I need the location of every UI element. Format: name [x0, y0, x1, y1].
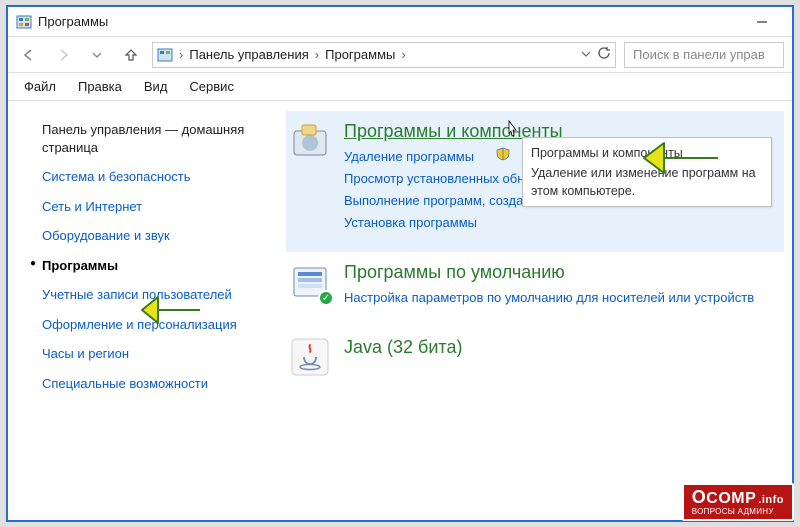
annotation-arrow-icon: [140, 293, 202, 327]
sidebar-item-label: Часы и регион: [42, 345, 129, 363]
window-title: Программы: [38, 14, 740, 29]
chevron-right-icon[interactable]: ›: [177, 47, 185, 62]
sidebar-item-clock[interactable]: Часы и регион: [26, 339, 270, 369]
address-icon: [157, 47, 173, 63]
recent-dropdown[interactable]: [84, 42, 110, 68]
watermark-o: O: [692, 488, 707, 507]
java-link[interactable]: Java (32 бита): [344, 337, 776, 358]
watermark-info: .info: [758, 495, 784, 507]
uninstall-program-link[interactable]: Удаление программы: [344, 146, 474, 168]
section-default-programs: ✓ Программы по умолчанию Настройка парам…: [286, 252, 784, 327]
forward-button[interactable]: [50, 42, 76, 68]
breadcrumb-programs[interactable]: Программы: [321, 47, 399, 62]
check-badge-icon: ✓: [318, 290, 334, 306]
programs-features-icon: [290, 121, 330, 161]
java-icon: [290, 337, 330, 377]
pointer-cursor-icon: [504, 119, 520, 139]
sidebar-item-label: Система и безопасность: [42, 168, 191, 186]
watermark-rest: COMP: [706, 491, 756, 508]
sidebar-item-label: Учетные записи пользователей: [42, 286, 232, 304]
chevron-right-icon[interactable]: ›: [313, 47, 321, 62]
minimize-button[interactable]: [740, 8, 784, 36]
install-program-link[interactable]: Установка программы: [344, 212, 477, 234]
sidebar-item-system[interactable]: Система и безопасность: [26, 162, 270, 192]
search-placeholder: Поиск в панели управ: [633, 47, 765, 62]
refresh-icon[interactable]: [597, 46, 611, 63]
up-button[interactable]: [118, 42, 144, 68]
address-bar[interactable]: › Панель управления › Программы ›: [152, 42, 616, 68]
menu-file[interactable]: Файл: [20, 77, 60, 96]
default-media-link[interactable]: Настройка параметров по умолчанию для но…: [344, 287, 754, 309]
watermark: O COMP .info ВОПРОСЫ АДМИНУ: [682, 483, 794, 521]
sidebar-item-home[interactable]: Панель управления — домашняя страница: [26, 115, 270, 162]
default-programs-icon: ✓: [290, 262, 330, 302]
sidebar-item-network[interactable]: Сеть и Интернет: [26, 192, 270, 222]
sidebar-item-accessibility[interactable]: Специальные возможности: [26, 369, 270, 399]
annotation-arrow-icon: [642, 138, 720, 178]
default-programs-link[interactable]: Программы по умолчанию: [344, 262, 776, 283]
menu-edit[interactable]: Правка: [74, 77, 126, 96]
sidebar-item-label: Программы: [42, 257, 118, 275]
app-icon: [16, 14, 32, 30]
section-java: Java (32 бита): [286, 327, 784, 395]
breadcrumb-root[interactable]: Панель управления: [185, 47, 312, 62]
sidebar-item-label: Панель управления — домашняя страница: [42, 121, 266, 156]
watermark-sub: ВОПРОСЫ АДМИНУ: [692, 508, 774, 516]
sidebar-item-label: Сеть и Интернет: [42, 198, 142, 216]
sidebar-item-label: Специальные возможности: [42, 375, 208, 393]
back-button[interactable]: [16, 42, 42, 68]
chevron-down-icon[interactable]: [581, 47, 591, 62]
sidebar-item-hardware[interactable]: Оборудование и звук: [26, 221, 270, 251]
menu-bar: Файл Правка Вид Сервис: [8, 73, 792, 101]
shield-icon: [496, 147, 510, 161]
chevron-right-icon[interactable]: ›: [399, 47, 407, 62]
run-programs-link[interactable]: Выполнение программ, создан: [344, 190, 530, 212]
search-input[interactable]: Поиск в панели управ: [624, 42, 784, 68]
sidebar-item-label: Оборудование и звук: [42, 227, 170, 245]
control-panel-window: Программы › Панель управления › Программ…: [6, 5, 794, 522]
menu-tools[interactable]: Сервис: [185, 77, 238, 96]
bullet-icon: ●: [30, 257, 42, 271]
titlebar: Программы: [8, 7, 792, 37]
sidebar-item-programs[interactable]: ● Программы: [26, 251, 270, 281]
view-updates-link-text[interactable]: Просмотр установленных обно: [344, 168, 532, 190]
menu-view[interactable]: Вид: [140, 77, 172, 96]
navigation-bar: › Панель управления › Программы › Поиск …: [8, 37, 792, 73]
